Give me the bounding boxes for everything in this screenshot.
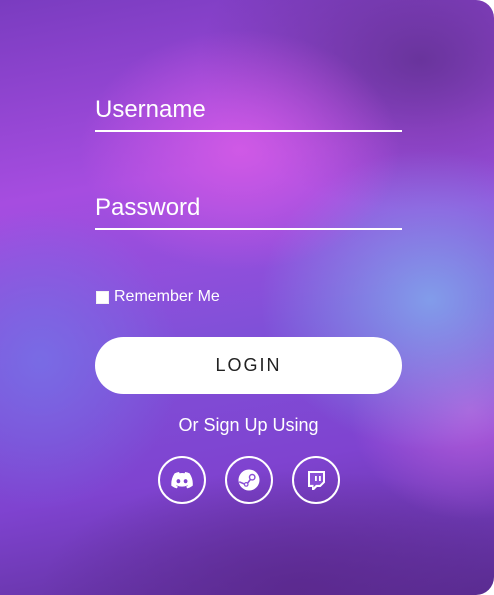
signup-prompt: Or Sign Up Using <box>178 415 319 435</box>
remember-me[interactable]: Remember Me <box>96 288 220 306</box>
discord-button[interactable] <box>158 456 206 504</box>
steam-icon <box>238 469 260 491</box>
login-card: Remember Me LOGIN Or Sign Up Using <box>0 0 494 595</box>
steam-button[interactable] <box>225 456 273 504</box>
remember-me-label: Remember Me <box>114 288 220 305</box>
discord-icon <box>171 471 193 488</box>
login-button[interactable]: LOGIN <box>95 337 402 394</box>
password-input[interactable] <box>95 188 402 228</box>
username-input[interactable] <box>95 90 402 130</box>
password-field-container <box>95 188 402 230</box>
twitch-icon <box>308 470 325 490</box>
remember-me-checkbox[interactable] <box>96 290 109 304</box>
social-buttons <box>158 456 340 504</box>
username-field-container <box>95 90 402 132</box>
twitch-button[interactable] <box>292 456 340 504</box>
